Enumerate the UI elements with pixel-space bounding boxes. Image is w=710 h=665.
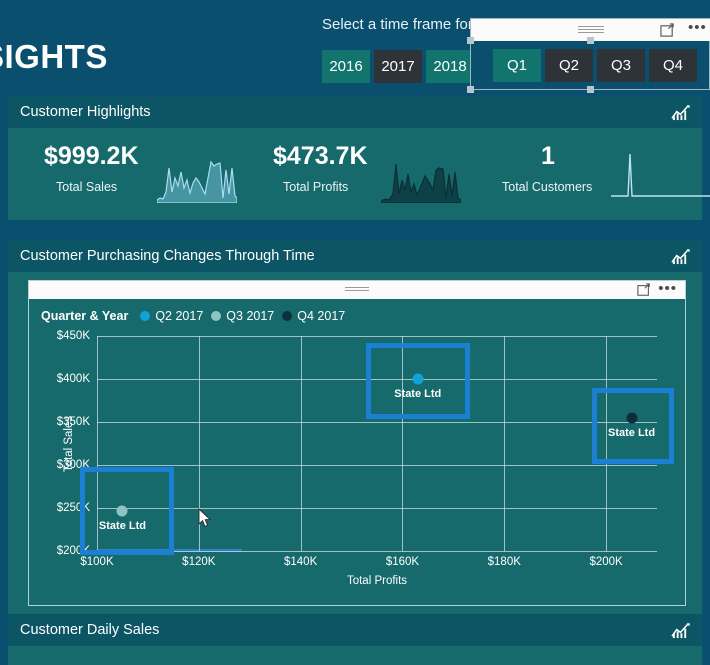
x-gridline (606, 336, 608, 551)
legend-item-q2-2017[interactable]: Q2 2017 (140, 309, 203, 323)
legend-swatch (140, 311, 151, 321)
quarter-button-q1[interactable]: Q1 (493, 49, 541, 82)
customer-highlights-header: Customer Highlights (8, 96, 702, 128)
x-axis-tick: $160K (385, 556, 420, 568)
profits-sparkline (381, 148, 461, 203)
powerbi-report-page: SIGHTS Select a time frame for analysis … (0, 0, 710, 665)
customer-highlights-card: Customer Highlights $999.2K Total Sales … (8, 96, 710, 220)
y-axis-tick: $300K (56, 459, 90, 471)
customer-highlights-body: $999.2K Total Sales $473.7K Total Profit… (8, 128, 710, 220)
page-title: SIGHTS (0, 38, 108, 75)
line-chart-icon[interactable] (671, 248, 690, 265)
resize-handle-top-left[interactable] (467, 37, 474, 44)
scatter-point-label: State Ltd (98, 519, 146, 532)
legend-swatch (282, 311, 293, 321)
scatter-point-label: State Ltd (394, 388, 442, 400)
scatter-chart-toolbar: ••• (29, 280, 685, 299)
legend-label: Q4 2017 (297, 309, 346, 323)
annotation-highlight-box (591, 387, 674, 464)
legend-label: Q3 2017 (226, 309, 275, 323)
year-button-2018[interactable]: 2018 (426, 50, 474, 83)
drag-grip-icon[interactable] (578, 26, 604, 34)
scatter-point[interactable] (116, 505, 128, 517)
scatter-point-label: State Ltd (608, 426, 656, 439)
x-axis-tick: $140K (283, 556, 318, 568)
y-gridline (97, 336, 657, 337)
focus-mode-icon[interactable] (660, 23, 675, 38)
y-axis-tick: $400K (56, 373, 90, 385)
kpi-total-customers[interactable]: 1 Total Customers (486, 128, 710, 220)
kpi-total-sales[interactable]: $999.2K Total Sales (32, 128, 257, 220)
focus-mode-icon[interactable] (637, 283, 651, 297)
quarter-button-q2[interactable]: Q2 (545, 49, 593, 82)
card-title: Customer Daily Sales (20, 622, 160, 638)
resize-handle-bottom-left[interactable] (467, 86, 474, 93)
kpi-label: Total Sales (56, 180, 118, 194)
quarter-button-q4[interactable]: Q4 (649, 49, 697, 82)
x-axis-label: Total Profits (346, 575, 408, 587)
year-slicer: 2016 2017 2018 (322, 50, 474, 83)
kpi-label: Total Customers (502, 180, 593, 194)
x-gridline (97, 336, 98, 551)
x-axis-tick: $100K (80, 556, 114, 568)
scatter-chart-visual[interactable]: ••• Quarter & Year Q2 2017 Q3 2017 Q4 20… (28, 280, 686, 606)
x-gridline (504, 336, 506, 551)
x-axis-tick: $180K (487, 556, 521, 568)
y-axis-tick: $350K (56, 416, 90, 428)
legend-item-q3-2017[interactable]: Q3 2017 (211, 309, 274, 323)
y-gridline (97, 551, 657, 552)
resize-handle-bottom-center[interactable] (587, 86, 594, 93)
card-title: Customer Highlights (20, 104, 151, 120)
kpi-value: $999.2K (44, 142, 139, 170)
y-gridline (97, 422, 657, 423)
x-axis-tick: $120K (182, 556, 216, 568)
scatter-point[interactable] (626, 412, 638, 424)
scatter-plot-area[interactable]: Total Sales Total Profits $200K $250K $300… (57, 330, 674, 587)
drag-grip-icon[interactable] (345, 287, 369, 293)
legend-label: Q2 2017 (155, 309, 204, 323)
legend-item-q4-2017[interactable]: Q4 2017 (282, 309, 345, 323)
legend-swatch (211, 311, 222, 321)
resize-handle-top-center[interactable] (587, 37, 594, 44)
customer-daily-sales-body (8, 646, 702, 665)
quarter-slicer-overlay[interactable]: ••• Q1 Q2 Q3 Q4 (467, 18, 710, 93)
x-axis-tick: $200K (589, 556, 623, 568)
more-options-icon[interactable]: ••• (688, 20, 706, 38)
line-chart-icon[interactable] (671, 104, 690, 121)
customer-daily-sales-card: Customer Daily Sales (8, 614, 702, 665)
customer-purchasing-changes-body: ••• Quarter & Year Q2 2017 Q3 2017 Q4 20… (8, 272, 702, 624)
kpi-value: 1 (541, 142, 555, 170)
kpi-value: $473.7K (273, 142, 368, 170)
customers-sparkline (611, 148, 710, 203)
legend-title: Quarter & Year (41, 309, 129, 323)
y-gridline (97, 379, 657, 380)
quarter-slicer: Q1 Q2 Q3 Q4 (493, 49, 697, 82)
year-button-2017[interactable]: 2017 (374, 50, 422, 83)
scatter-point[interactable] (412, 373, 424, 385)
chart-legend: Quarter & Year Q2 2017 Q3 2017 Q4 2017 (41, 309, 345, 323)
x-gridline (198, 336, 200, 551)
x-gridline (300, 336, 302, 551)
kpi-total-profits[interactable]: $473.7K Total Profits (258, 128, 483, 220)
customer-purchasing-changes-card: Customer Purchasing Changes Through Time… (8, 240, 702, 624)
more-options-icon[interactable]: ••• (658, 280, 677, 297)
quarter-button-q3[interactable]: Q3 (597, 49, 645, 82)
kpi-label: Total Profits (283, 180, 349, 194)
y-axis-tick: $250K (56, 502, 90, 514)
y-gridline (97, 465, 657, 466)
sales-sparkline (157, 148, 237, 203)
y-gridline (97, 508, 657, 509)
customer-daily-sales-header: Customer Daily Sales (8, 614, 702, 646)
card-title: Customer Purchasing Changes Through Time (20, 248, 315, 264)
line-chart-icon[interactable] (671, 622, 690, 639)
y-axis-tick: $450K (56, 330, 90, 342)
x-gridline (402, 336, 404, 551)
customer-purchasing-changes-header: Customer Purchasing Changes Through Time (8, 240, 702, 272)
year-button-2016[interactable]: 2016 (322, 50, 370, 83)
